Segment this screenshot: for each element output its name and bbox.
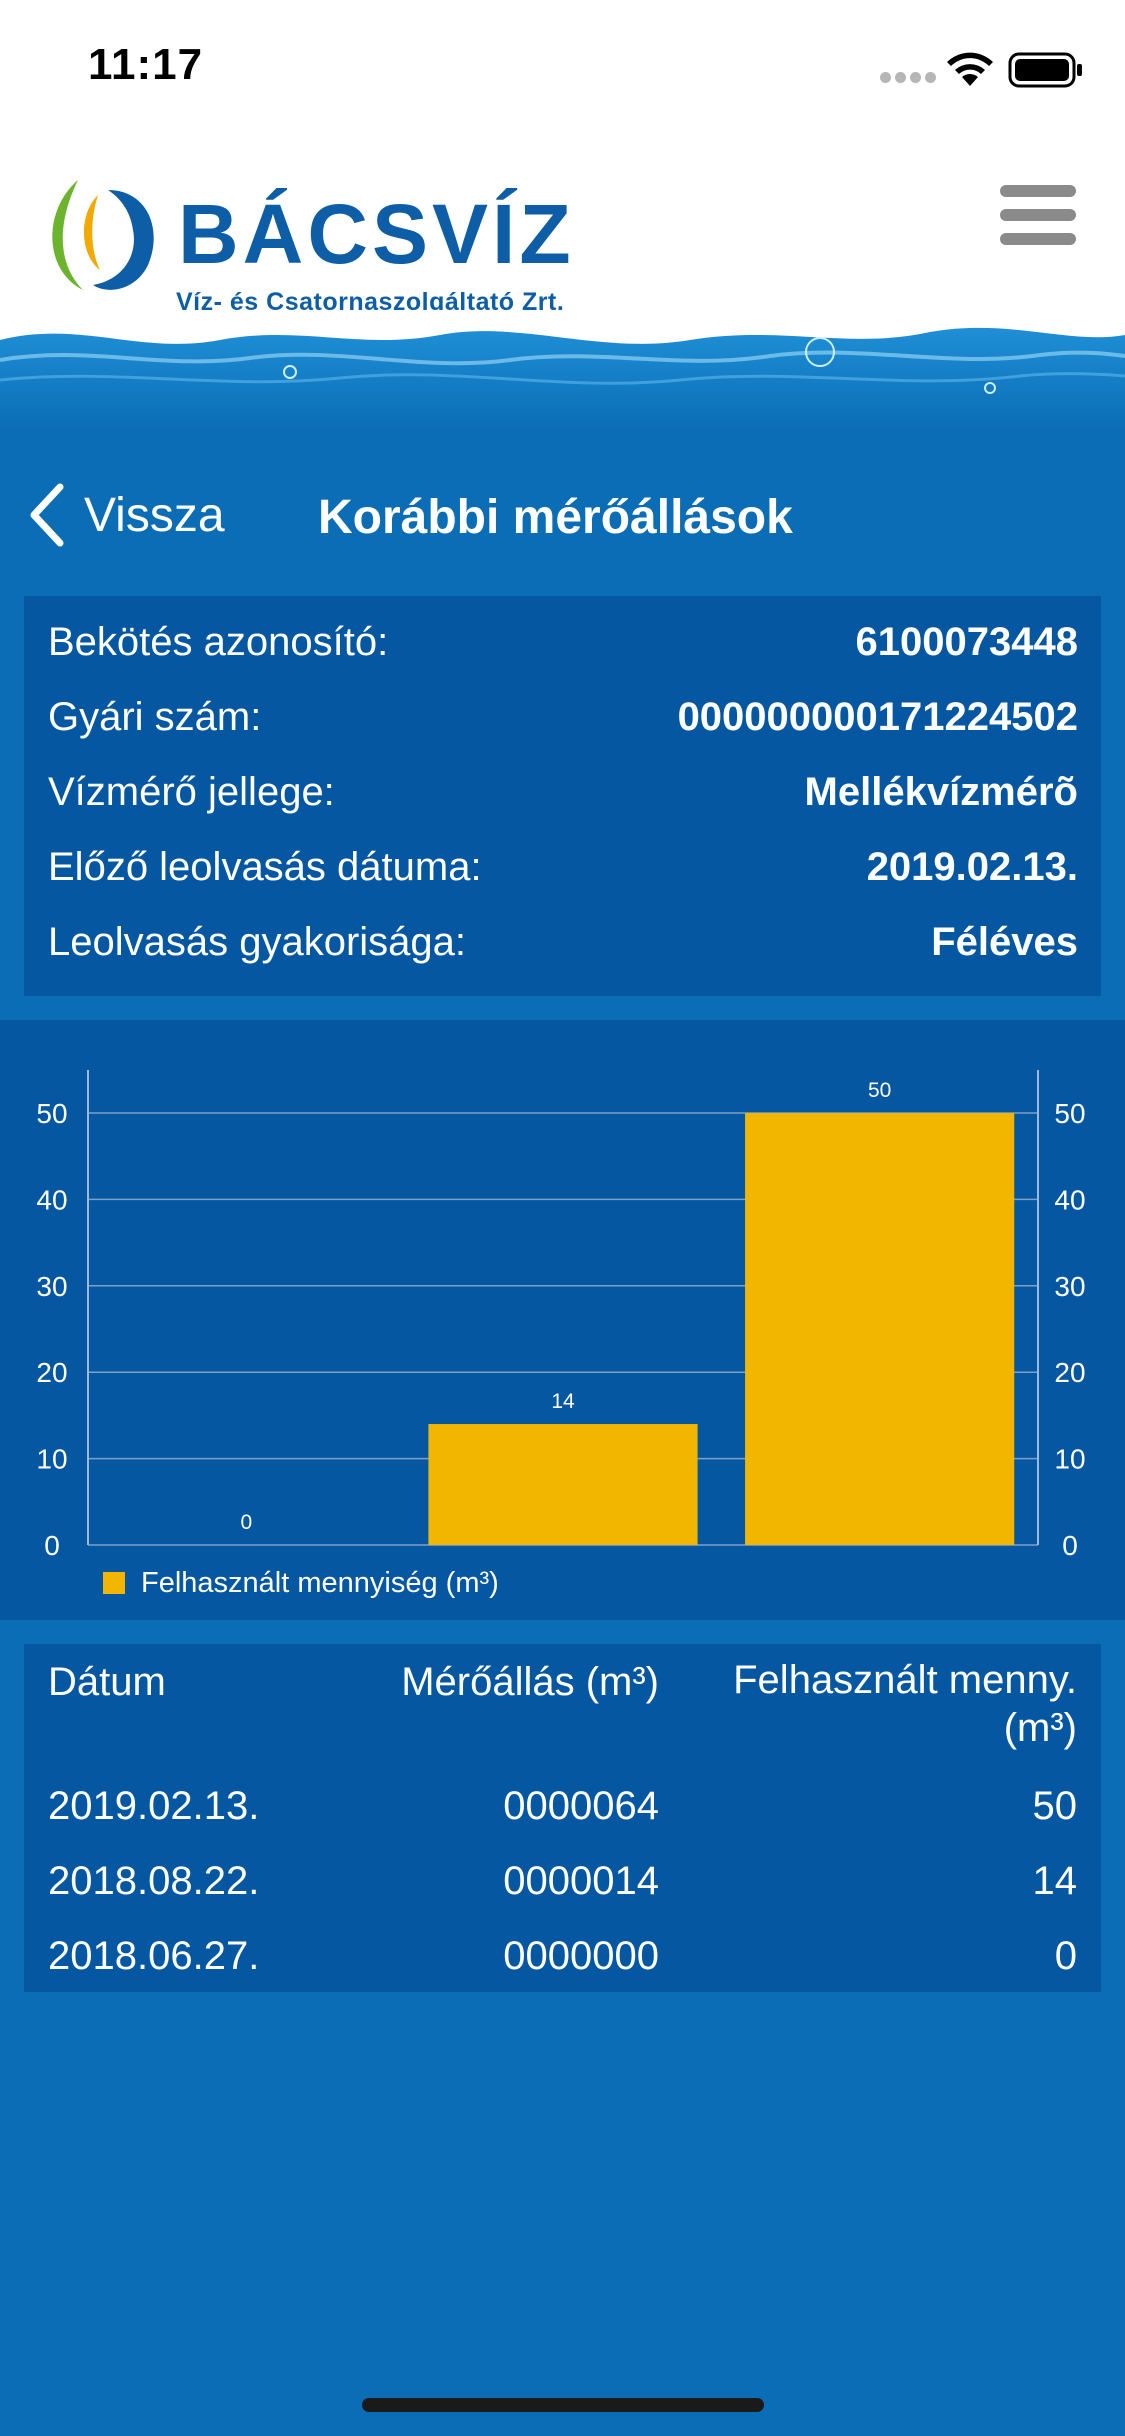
table-cell-meter: 0000014	[503, 1859, 659, 1903]
table-cell-used: 14	[1032, 1859, 1078, 1903]
y-tick-label-right: 50	[1054, 1098, 1085, 1129]
info-row-last-reading-date: Előző leolvasás dátuma: 2019.02.13.	[48, 845, 1078, 905]
y-tick-label-right: 40	[1054, 1184, 1085, 1215]
legend-swatch	[103, 1572, 125, 1594]
water-wave-decoration	[0, 310, 1125, 430]
meter-info-panel: Bekötés azonosító: 6100073448 Gyári szám…	[24, 596, 1101, 996]
logo-name: BÁCSVÍZ	[178, 187, 575, 281]
table-cell-meter: 0000064	[503, 1784, 659, 1828]
chevron-left-icon	[30, 483, 64, 547]
info-label: Előző leolvasás dátuma:	[48, 845, 482, 889]
header-used-line2: (m³)	[1003, 1706, 1077, 1750]
app-header: BÁCSVÍZ Víz- és Csatornaszolgáltató Zrt.	[0, 140, 1125, 330]
header-date: Dátum	[48, 1660, 166, 1704]
info-row-connection-id: Bekötés azonosító: 6100073448	[48, 620, 1078, 680]
y-tick-label-left: 30	[36, 1271, 67, 1302]
info-value: 2019.02.13.	[866, 845, 1078, 889]
y-tick-label-right: 20	[1054, 1357, 1085, 1388]
info-label: Vízmérő jellege:	[48, 770, 335, 814]
table-cell-date: 2018.06.27.	[48, 1934, 260, 1978]
table-cell-meter: 0000000	[503, 1934, 659, 1978]
info-label: Bekötés azonosító:	[48, 620, 389, 664]
y-tick-label-left: 10	[36, 1444, 67, 1475]
info-row-reading-frequency: Leolvasás gyakorisága: Féléves	[48, 920, 1078, 980]
header-used-amount: Felhasznált menny. (m³)	[733, 1656, 1077, 1752]
signal-dots-icon	[880, 70, 940, 88]
table-cell-date: 2019.02.13.	[48, 1784, 260, 1828]
chart-bar	[745, 1113, 1015, 1545]
back-label: Vissza	[84, 488, 225, 542]
consumption-chart: 0 0 10 10 20 20 30 30 40 40 50 50 0 14 50 Felhasznált m…	[0, 1020, 1125, 1620]
bar-data-label: 50	[868, 1079, 891, 1102]
info-value: Mellékvízmérõ	[804, 770, 1078, 814]
y-tick-label-right: 30	[1054, 1271, 1085, 1302]
status-time: 11:17	[88, 40, 204, 89]
wifi-icon	[947, 52, 993, 86]
home-indicator	[362, 2398, 764, 2412]
bar-data-label: 0	[240, 1511, 252, 1534]
readings-table: Dátum Mérőállás (m³) Felhasznált menny. …	[24, 1644, 1101, 1992]
table-cell-date: 2018.08.22.	[48, 1859, 260, 1903]
info-value: Féléves	[931, 920, 1078, 964]
chart-bar	[428, 1424, 698, 1545]
info-label: Leolvasás gyakorisága:	[48, 920, 467, 964]
legend-label: Felhasznált mennyiség (m³)	[141, 1567, 499, 1599]
info-value: 000000000171224502	[677, 695, 1078, 739]
back-button[interactable]: Vissza	[28, 480, 225, 550]
info-row-serial-number: Gyári szám: 000000000171224502	[48, 695, 1078, 755]
info-value: 6100073448	[855, 620, 1078, 664]
header-meter-reading: Mérőállás (m³)	[401, 1660, 659, 1704]
navigation-bar: Vissza Korábbi mérőállások	[0, 470, 1125, 560]
y-tick-label-left: 40	[36, 1184, 67, 1215]
table-cell-used: 0	[1054, 1934, 1077, 1978]
y-tick-label-left: 20	[36, 1357, 67, 1388]
bar-data-label: 14	[551, 1390, 575, 1413]
header-used-line1: Felhasznált menny.	[733, 1658, 1077, 1702]
table-cell-used: 50	[1032, 1784, 1078, 1828]
hamburger-menu-icon[interactable]	[1000, 185, 1080, 255]
y-tick-label-right: 0	[1062, 1530, 1078, 1561]
y-tick-label-left: 0	[44, 1530, 60, 1561]
info-row-meter-type: Vízmérő jellege: Mellékvízmérõ	[48, 770, 1078, 830]
status-bar: 11:17	[0, 0, 1125, 140]
info-label: Gyári szám:	[48, 695, 262, 739]
y-tick-label-right: 10	[1054, 1444, 1085, 1475]
page-title: Korábbi mérőállások	[318, 491, 793, 544]
battery-icon	[1008, 52, 1082, 88]
chart-svg: 0 0 10 10 20 20 30 30 40 40 50 50 0 14 50 Felhasznált m…	[36, 1070, 1086, 1599]
water-drop-logo-icon	[52, 180, 154, 290]
y-tick-label-left: 50	[36, 1098, 67, 1129]
